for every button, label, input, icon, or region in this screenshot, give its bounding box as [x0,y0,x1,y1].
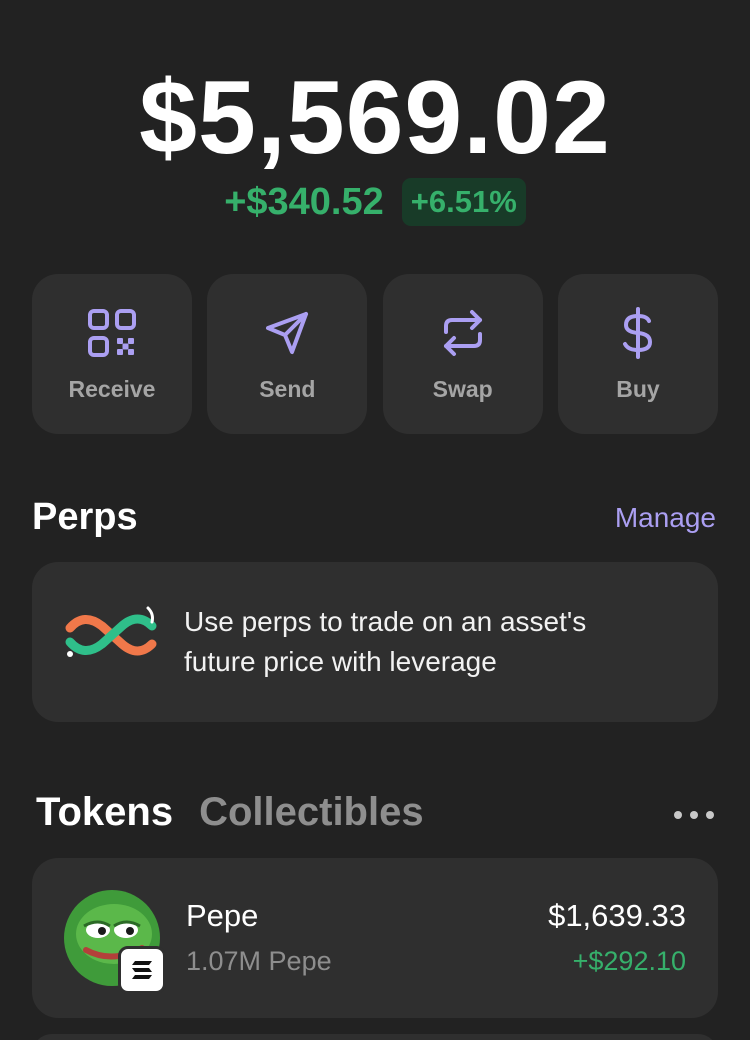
send-button[interactable]: Send [207,274,368,434]
token-amount: 1.07M Pepe [186,946,332,976]
swap-button[interactable]: Swap [382,274,543,434]
buy-button[interactable]: Buy [557,274,718,434]
tab-collectibles[interactable]: Collectibles [199,790,424,835]
portfolio-change-amount: +$340.52 [224,180,384,223]
manage-perps-link[interactable]: Manage [615,502,716,534]
token-row-partial[interactable] [32,1034,718,1040]
send-icon [266,311,309,354]
solana-icon [118,946,166,994]
portfolio-change-percent-badge: +6.51% [401,178,526,226]
perps-section-title: Perps [32,496,138,538]
token-name: Pepe [186,898,259,933]
more-dot [674,811,682,819]
swap-icon [443,309,482,356]
dollar-icon [622,306,652,359]
token-value: $1,639.33 [548,898,686,933]
perps-description: Use perps to trade on an asset's future … [184,606,587,677]
portfolio-change: +$340.52 +6.51% [0,178,750,226]
tab-tokens[interactable]: Tokens [36,790,173,835]
perps-infinity-icon [65,606,157,657]
swap-label: Swap [432,375,493,402]
receive-label: Receive [68,375,156,402]
more-dot [706,811,714,819]
wallet-home-screen: $5,569.02 +$340.52 +6.51% Receive Send S… [0,0,750,1040]
more-options-icon[interactable] [674,805,714,825]
action-buttons: Receive Send Swap Buy [32,274,718,434]
buy-label: Buy [616,375,660,402]
portfolio-balance: $5,569.02 [139,60,611,176]
token-change: +$292.10 [572,946,686,976]
more-dot [690,811,698,819]
receive-button[interactable]: Receive [32,274,192,434]
token-row[interactable]: Pepe 1.07M Pepe $1,639.33 +$292.10 [32,858,718,1018]
send-label: Send [259,375,316,402]
asset-tabs: Tokens Collectibles [36,790,424,835]
qr-code-icon [88,308,136,357]
perps-promo-card[interactable]: Use perps to trade on an asset's future … [32,562,718,722]
